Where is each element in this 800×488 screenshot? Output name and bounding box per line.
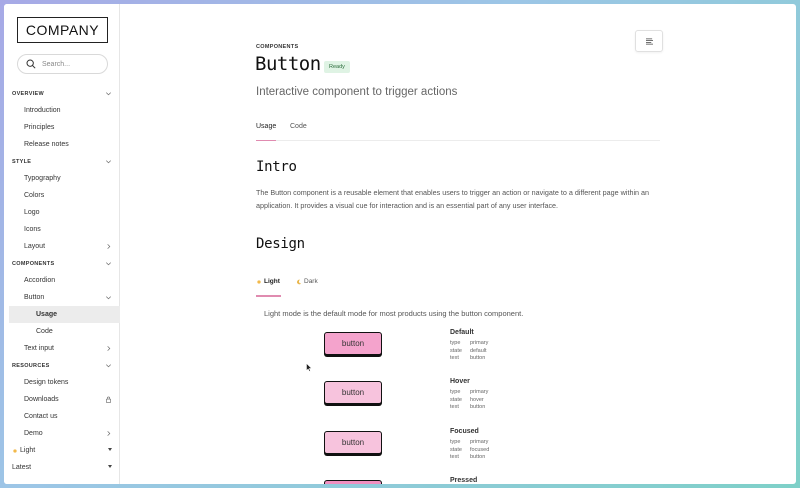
sidebar-item-layout[interactable]: Layout [4, 238, 120, 255]
sidebar-nav: OVERVIEW Introduction Principles Release… [4, 85, 120, 476]
sidebar-item-introduction[interactable]: Introduction [4, 102, 120, 119]
theme-select[interactable]: Light [4, 442, 120, 459]
state-spec-focused: Focused type primary state focused text but… [450, 428, 490, 460]
sidebar-item-button[interactable]: Button [4, 289, 120, 306]
demo-button-pressed[interactable] [324, 480, 382, 484]
sidebar-item-typography[interactable]: Typography [4, 170, 120, 187]
design-heading: Design [256, 236, 305, 252]
sidebar-item-principles[interactable]: Principles [4, 119, 120, 136]
mode-description: Light mode is the default mode for most … [264, 309, 524, 318]
demo-button-hover[interactable]: button [324, 381, 382, 404]
chevron-right-icon [107, 244, 111, 249]
sidebar-item-text-input[interactable]: Text input [4, 340, 120, 357]
intro-paragraph: The Button component is a reusable eleme… [256, 188, 650, 210]
chevron-down-icon [106, 160, 111, 164]
sidebar-item-release-notes[interactable]: Release notes [4, 136, 120, 153]
chevron-right-icon [107, 431, 111, 436]
mode-tab-dark[interactable]: Dark [296, 278, 318, 285]
page-eyebrow: COMPONENTS [256, 44, 299, 50]
prop-type: primary [470, 340, 489, 346]
moon-icon [297, 279, 302, 284]
version-select[interactable]: Latest [4, 459, 120, 476]
prop-state: default [470, 347, 487, 354]
tab-usage[interactable]: Usage [256, 123, 276, 130]
page-subtitle: Interactive component to trigger actions [256, 86, 458, 98]
sun-icon [13, 448, 17, 453]
page-title: Button [255, 53, 321, 75]
mode-tab-light[interactable]: Light [256, 278, 280, 285]
state-name: Default [450, 329, 474, 336]
state-name: Hover [450, 378, 470, 385]
menu-lines-icon [645, 38, 653, 44]
tab-code[interactable]: Code [290, 123, 307, 130]
sidebar: COMPANY Search... OVERVIEW Introduction … [4, 4, 120, 484]
prop-text: button [470, 404, 486, 410]
search-icon [26, 59, 36, 69]
active-mode-indicator [256, 295, 281, 297]
sidebar-section-overview[interactable]: OVERVIEW [4, 85, 120, 102]
caret-down-icon [108, 465, 112, 468]
sidebar-item-button-usage[interactable]: Usage [9, 306, 120, 323]
demo-button-default[interactable]: button [324, 332, 382, 355]
table-of-contents-button[interactable] [635, 30, 663, 52]
chevron-right-icon [107, 346, 111, 351]
prop-type: primary [470, 389, 489, 395]
active-tab-indicator [256, 139, 276, 141]
state-spec-default: Default type primary state default text but… [450, 329, 489, 361]
main-content: COMPONENTS Button Ready Interactive comp… [120, 4, 796, 484]
chevron-down-icon [106, 364, 111, 368]
search-placeholder: Search... [42, 60, 71, 68]
sidebar-section-components[interactable]: COMPONENTS [4, 255, 120, 272]
page-tabs: Usage Code [256, 120, 660, 141]
sun-icon [257, 279, 261, 284]
sidebar-item-downloads[interactable]: Downloads [4, 391, 120, 408]
prop-state: focused [470, 446, 490, 453]
sidebar-item-accordion[interactable]: Accordion [4, 272, 120, 289]
search-input[interactable]: Search... [17, 54, 108, 74]
chevron-down-icon [106, 296, 111, 300]
chevron-down-icon [106, 262, 111, 266]
sidebar-item-icons[interactable]: Icons [4, 221, 120, 238]
prop-text: button [470, 355, 486, 361]
chevron-down-icon [106, 92, 111, 96]
state-spec-hover: Hover type primary state hover text button [450, 378, 489, 410]
mode-tabs: Light Dark [256, 278, 376, 298]
sidebar-item-button-code[interactable]: Code [4, 323, 120, 340]
sidebar-item-colors[interactable]: Colors [4, 187, 120, 204]
state-name: Focused [450, 428, 479, 435]
prop-state: hover [470, 396, 484, 403]
sidebar-section-resources[interactable]: RESOURCES [4, 357, 120, 374]
sidebar-item-design-tokens[interactable]: Design tokens [4, 374, 120, 391]
intro-heading: Intro [256, 159, 297, 175]
state-name: Pressed [450, 477, 478, 484]
sidebar-item-contact-us[interactable]: Contact us [4, 408, 120, 425]
status-badge: Ready [324, 61, 350, 73]
lock-icon [106, 396, 111, 403]
demo-button-focused[interactable]: button [324, 431, 382, 454]
caret-down-icon [108, 448, 112, 451]
mouse-cursor-icon [306, 363, 312, 372]
state-spec-pressed: Pressed [450, 477, 477, 484]
app-window: COMPANY Search... OVERVIEW Introduction … [4, 4, 796, 484]
sidebar-section-style[interactable]: STYLE [4, 153, 120, 170]
company-logo[interactable]: COMPANY [17, 17, 108, 43]
sidebar-item-logo[interactable]: Logo [4, 204, 120, 221]
prop-text: button [470, 454, 486, 460]
prop-type: primary [470, 439, 489, 445]
sidebar-item-demo[interactable]: Demo [4, 425, 120, 442]
